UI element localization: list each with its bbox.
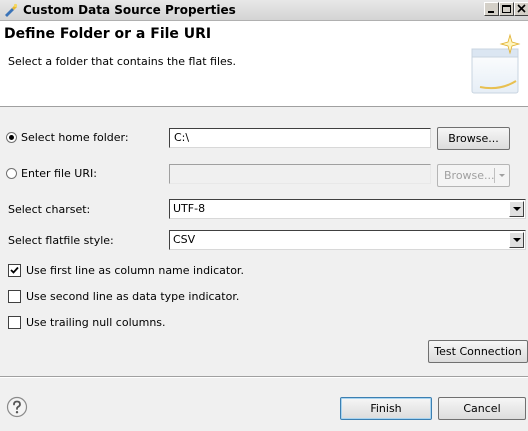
dialog-window: Custom Data Source Properties Define Fol… (0, 0, 528, 431)
second-line-checkbox[interactable] (8, 290, 21, 303)
chevron-down-icon[interactable] (509, 201, 524, 217)
charset-label: Select charset: (8, 203, 91, 216)
browse-uri-label: Browse... (444, 169, 495, 182)
test-connection-button[interactable]: Test Connection (428, 340, 528, 363)
flatfile-style-value: CSV (173, 233, 196, 246)
close-button[interactable] (514, 2, 528, 16)
first-line-checkbox[interactable] (8, 264, 21, 277)
browse-uri-button[interactable]: Browse... (437, 164, 510, 187)
check-icon (10, 266, 19, 274)
home-folder-radio[interactable] (6, 132, 17, 143)
file-uri-input[interactable] (169, 164, 431, 184)
trailing-null-checkbox[interactable] (8, 316, 21, 329)
file-uri-radio[interactable] (6, 168, 17, 179)
footer-separator (0, 376, 528, 378)
file-uri-label: Enter file URI: (21, 167, 97, 180)
window-title: Custom Data Source Properties (23, 3, 236, 17)
browse-folder-button[interactable]: Browse... (437, 127, 510, 150)
page-title: Define Folder or a File URI (4, 26, 212, 42)
maximize-button[interactable] (499, 2, 514, 16)
second-line-label: Use second line as data type indicator. (26, 290, 240, 303)
wizard-header: Define Folder or a File URI Select a fol… (0, 21, 528, 107)
minimize-button[interactable] (484, 2, 499, 16)
home-folder-input[interactable]: C:\ (169, 128, 431, 148)
charset-select[interactable]: UTF-8 (169, 199, 526, 219)
charset-value: UTF-8 (173, 202, 206, 215)
app-icon (3, 2, 19, 18)
finish-button[interactable]: Finish (340, 397, 432, 420)
home-folder-label: Select home folder: (21, 131, 129, 144)
flatfile-style-label: Select flatfile style: (8, 234, 114, 247)
first-line-label: Use first line as column name indicator. (26, 264, 244, 277)
radio-selected-dot (9, 135, 14, 140)
title-bar: Custom Data Source Properties (0, 0, 528, 21)
help-icon[interactable] (6, 396, 28, 418)
dropdown-divider (494, 168, 495, 183)
chevron-down-icon[interactable] (509, 232, 524, 248)
chevron-down-icon (499, 174, 505, 177)
folder-banner-icon (470, 31, 526, 97)
flatfile-style-select[interactable]: CSV (169, 230, 526, 250)
cancel-button[interactable]: Cancel (438, 397, 526, 420)
page-description: Select a folder that contains the flat f… (8, 55, 236, 68)
trailing-null-label: Use trailing null columns. (26, 316, 166, 329)
